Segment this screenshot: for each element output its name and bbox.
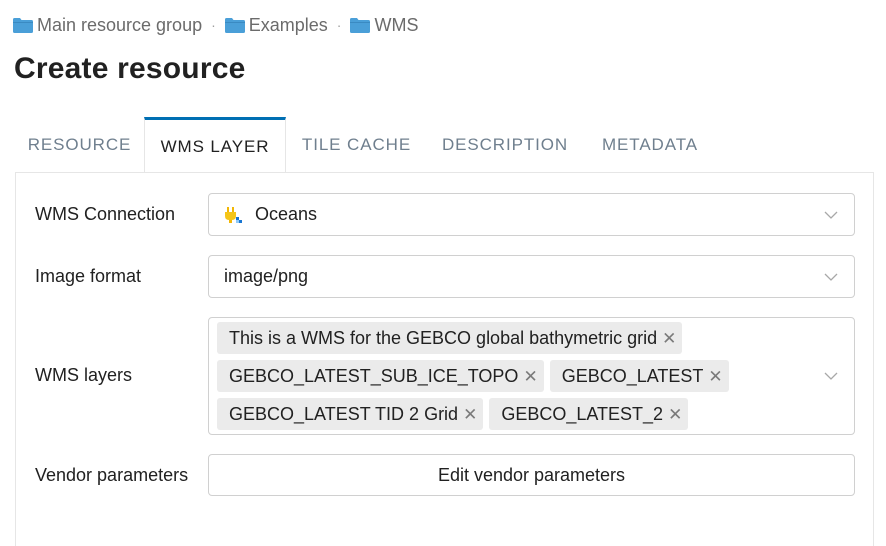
image-format-value: image/png	[224, 266, 309, 286]
breadcrumb-separator: ·	[336, 17, 342, 33]
layer-tag-label: GEBCO_LATEST TID 2 Grid	[229, 403, 459, 424]
close-icon[interactable]: ✕	[708, 368, 722, 385]
close-icon[interactable]: ✕	[523, 368, 537, 385]
wms-connection-value: Oceans	[209, 204, 317, 225]
layer-tag-label: GEBCO_LATEST_SUB_ICE_TOPO	[229, 365, 519, 386]
tab-tile-cache[interactable]: TILE CACHE	[286, 117, 427, 173]
vendor-parameters-label: Vendor parameters	[35, 465, 189, 485]
wms-connection-plug-icon	[225, 206, 242, 223]
layer-tag: GEBCO_LATEST_2 ✕	[489, 398, 689, 430]
layer-tag-label: GEBCO_LATEST	[561, 365, 704, 386]
breadcrumb-label: Main resource group	[37, 14, 203, 35]
breadcrumb-item-main-resource-group[interactable]: Main resource group	[13, 15, 202, 36]
folder-icon	[350, 17, 371, 33]
layer-tag-label: This is a WMS for the GEBCO global bathy…	[229, 327, 658, 348]
folder-icon	[224, 17, 245, 33]
wms-connection-text: Oceans	[255, 204, 318, 224]
breadcrumb-item-wms[interactable]: WMS	[350, 15, 418, 36]
wms-layers-label: WMS layers	[35, 365, 133, 385]
wms-layers-tag-list: This is a WMS for the GEBCO global bathy…	[209, 316, 854, 436]
tab-metadata[interactable]: METADATA	[583, 117, 717, 173]
tab-resource[interactable]: RESOURCE	[15, 117, 144, 173]
layer-tag: GEBCO_LATEST ✕	[549, 360, 729, 392]
layer-tag: This is a WMS for the GEBCO global bathy…	[217, 322, 683, 354]
folder-icon	[13, 17, 33, 33]
close-icon[interactable]: ✕	[668, 406, 682, 423]
close-icon[interactable]: ✕	[662, 330, 676, 347]
tab-bar: RESOURCE WMS LAYER TILE CACHE DESCRIPTIO…	[15, 117, 717, 173]
image-format-select[interactable]: image/png	[208, 255, 855, 298]
breadcrumb-label: WMS	[374, 14, 419, 35]
breadcrumb: Main resource group · Examples · WMS	[13, 13, 418, 37]
chevron-down-icon	[824, 273, 838, 281]
breadcrumb-separator: ·	[211, 17, 216, 33]
tab-description[interactable]: DESCRIPTION	[427, 117, 583, 173]
layer-tag: GEBCO_LATEST TID 2 Grid ✕	[217, 398, 484, 430]
image-format-label: Image format	[35, 266, 142, 286]
breadcrumb-label: Examples	[248, 14, 328, 35]
edit-vendor-parameters-button[interactable]: Edit vendor parameters	[208, 454, 855, 496]
page-title: Create resource	[14, 52, 246, 85]
chevron-down-icon	[824, 372, 838, 380]
layer-tag: GEBCO_LATEST_SUB_ICE_TOPO ✕	[217, 360, 544, 392]
layer-tag-label: GEBCO_LATEST_2	[501, 403, 664, 424]
breadcrumb-item-examples[interactable]: Examples	[224, 14, 328, 36]
wms-layers-multiselect[interactable]: This is a WMS for the GEBCO global bathy…	[208, 317, 855, 435]
chevron-down-icon	[824, 211, 838, 219]
tab-wms-layer[interactable]: WMS LAYER	[144, 117, 286, 173]
close-icon[interactable]: ✕	[463, 406, 477, 423]
wms-connection-label: WMS Connection	[35, 204, 176, 224]
create-resource-page: Main resource group · Examples · WMS Cre…	[0, 0, 886, 546]
wms-connection-select[interactable]: Oceans	[208, 193, 855, 236]
